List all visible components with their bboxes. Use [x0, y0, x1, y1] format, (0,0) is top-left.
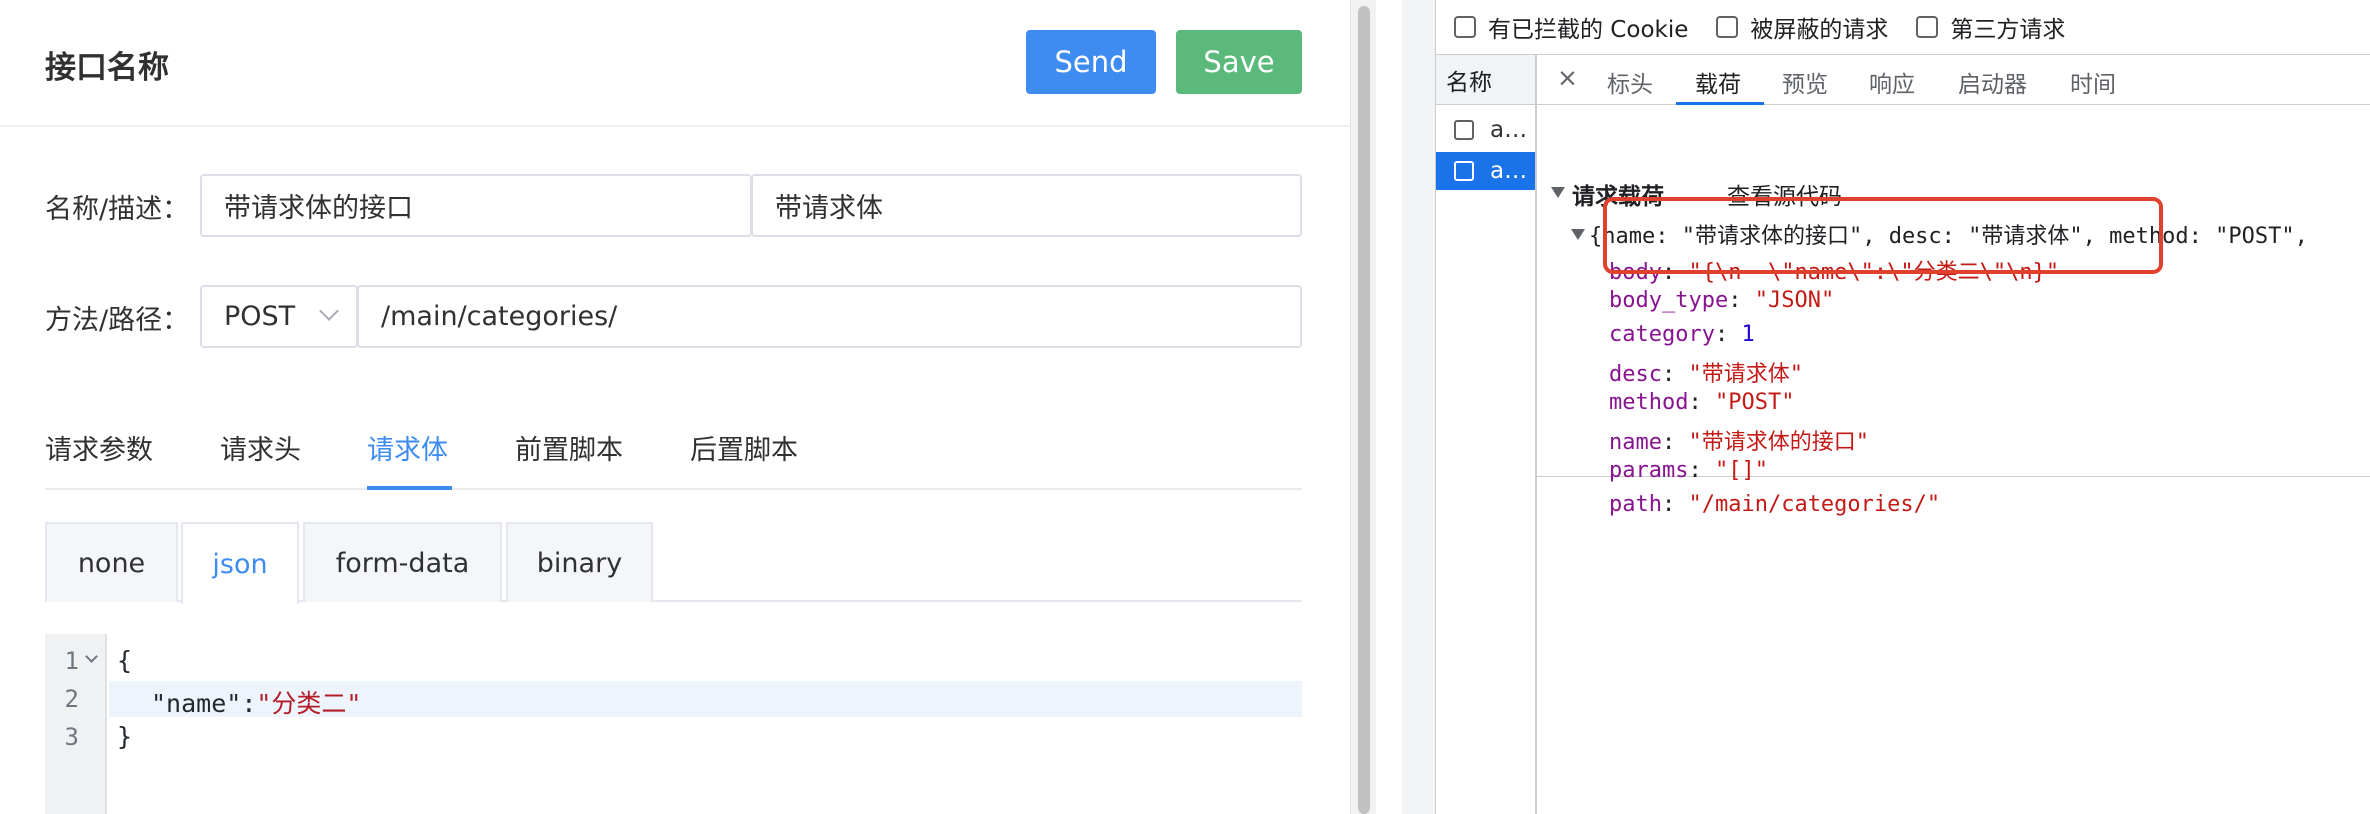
path-input[interactable]: /main/categories/ [357, 285, 1302, 348]
body-type-tabs: none json form-data binary [45, 522, 1302, 604]
filter-label: 第三方请求 [1950, 17, 2066, 43]
payload-field: params: "[]" [1609, 458, 1768, 483]
field-key: method [1609, 390, 1689, 415]
json-code-editor[interactable]: 1 2 3 { "name":"分类二" } [45, 634, 1302, 814]
tab-post-script[interactable]: 后置脚本 [690, 428, 798, 467]
api-editor-panel: 接口名称 Send Save 名称/描述： 带请求体的接口 带请求体 方法/路径… [0, 0, 1350, 814]
devtools-side-strip [1402, 0, 1436, 814]
code-line-2: "name":"分类二" [151, 684, 361, 720]
filter-blocked-requests[interactable]: 被屏蔽的请求 [1716, 10, 1888, 44]
payload-field: name: "带请求体的接口" [1609, 430, 1869, 455]
code-line-3: } [117, 722, 133, 751]
body-tab-none[interactable]: none [45, 522, 178, 602]
send-button[interactable]: Send [1026, 30, 1156, 94]
name-column-header[interactable]: 名称 [1436, 55, 1535, 105]
payload-field: desc: "带请求体" [1609, 362, 1803, 387]
payload-field: category: 1 [1609, 322, 1755, 347]
field-key: name [1609, 430, 1662, 455]
line-number: 2 [64, 685, 79, 713]
field-value: 1 [1741, 322, 1755, 347]
field-key: category [1609, 322, 1715, 347]
method-select[interactable]: POST [200, 285, 358, 348]
document-icon [1454, 161, 1474, 181]
name-input[interactable]: 带请求体的接口 [200, 174, 752, 237]
field-value: "[]" [1714, 458, 1768, 483]
tab-response[interactable]: 响应 [1869, 65, 1915, 99]
tab-initiator[interactable]: 启动器 [1958, 65, 2027, 99]
detail-tabs: × 标头 载荷 预览 响应 启动器 时间 [1537, 55, 2370, 105]
field-value: "带请求体的接口" [1688, 430, 1869, 455]
line-number: 3 [64, 723, 79, 751]
body-tab-binary[interactable]: binary [506, 522, 653, 602]
payload-field: body_type: "JSON" [1609, 288, 1835, 313]
tab-request-headers[interactable]: 请求头 [220, 428, 301, 467]
code-colon: : [241, 689, 257, 718]
method-select-value: POST [224, 301, 296, 332]
field-key: body_type [1609, 288, 1729, 313]
request-tabs: 请求参数 请求头 请求体 前置脚本 后置脚本 [45, 420, 1302, 490]
field-value: "/main/categories/" [1688, 492, 1941, 517]
devtools-panel: 有已拦截的 Cookie 被屏蔽的请求 第三方请求 名称 a… a… × 标头 … [1402, 0, 2370, 814]
description-input-value: 带请求体 [775, 193, 883, 224]
filter-blocked-cookies[interactable]: 有已拦截的 Cookie [1454, 10, 1688, 44]
payload-field: method: "POST" [1609, 390, 1795, 415]
scrollbar-thumb[interactable] [1358, 6, 1370, 814]
description-input[interactable]: 带请求体 [751, 174, 1302, 237]
code-string-value: "分类二" [256, 689, 362, 718]
field-value: "JSON" [1754, 288, 1835, 313]
editor-header: 接口名称 Send Save [0, 0, 1350, 127]
name-label: 名称/描述： [45, 194, 190, 225]
annotation-highlight-box [1603, 197, 2163, 274]
save-button[interactable]: Save [1176, 30, 1302, 94]
document-icon [1454, 120, 1474, 140]
tab-pre-script[interactable]: 前置脚本 [515, 428, 623, 467]
collapse-triangle-icon[interactable] [1551, 187, 1565, 198]
method-label: 方法/路径： [45, 305, 190, 336]
payload-section: 请求载荷 查看源代码 {name: "带请求体的接口", desc: "带请求体… [1537, 105, 2370, 517]
request-name-column: 名称 a… a… [1436, 55, 1537, 814]
filter-label: 有已拦截的 Cookie [1488, 17, 1689, 43]
tab-request-body[interactable]: 请求体 [367, 428, 448, 467]
request-row-selected[interactable]: a… [1436, 152, 1535, 190]
tab-request-params[interactable]: 请求参数 [45, 428, 153, 467]
name-input-value: 带请求体的接口 [224, 193, 413, 224]
body-tab-json[interactable]: json [181, 522, 299, 604]
request-row[interactable]: a… [1436, 111, 1535, 149]
network-filter-bar: 有已拦截的 Cookie 被屏蔽的请求 第三方请求 [1436, 0, 2370, 55]
close-icon[interactable]: × [1557, 63, 1578, 92]
body-tab-form-data[interactable]: form-data [303, 522, 502, 602]
field-value: "POST" [1714, 390, 1795, 415]
tab-preview[interactable]: 预览 [1782, 65, 1828, 99]
panel-gap [1376, 0, 1402, 814]
filter-label: 被屏蔽的请求 [1750, 17, 1889, 43]
request-detail-pane: × 标头 载荷 预览 响应 启动器 时间 请求载荷 查看源代码 {name: "… [1537, 55, 2370, 814]
app-root: 接口名称 Send Save 名称/描述： 带请求体的接口 带请求体 方法/路径… [0, 0, 2370, 814]
filter-third-party[interactable]: 第三方请求 [1916, 10, 2065, 44]
checkbox-icon [1454, 16, 1476, 38]
tab-payload[interactable]: 载荷 [1695, 65, 1741, 99]
tab-timing[interactable]: 时间 [2070, 65, 2116, 99]
request-name: a… [1490, 117, 1528, 143]
fold-chevron-icon[interactable] [85, 650, 98, 663]
code-key: "name" [151, 689, 242, 718]
field-value: "带请求体" [1688, 362, 1803, 387]
payload-field: path: "/main/categories/" [1609, 492, 1941, 517]
checkbox-icon [1916, 16, 1939, 38]
request-name: a… [1490, 158, 1528, 184]
field-key: desc [1609, 362, 1662, 387]
field-key: params [1609, 458, 1689, 483]
expand-object-triangle-icon[interactable] [1571, 229, 1585, 240]
code-line-1: { [117, 646, 133, 675]
line-number-gutter: 1 2 3 [45, 634, 107, 814]
checkbox-icon [1716, 16, 1739, 38]
page-title: 接口名称 [45, 50, 169, 86]
tab-headers[interactable]: 标头 [1607, 65, 1653, 99]
line-number: 1 [64, 647, 79, 675]
path-input-value: /main/categories/ [381, 301, 618, 332]
field-key: path [1609, 492, 1662, 517]
chevron-down-icon [319, 301, 339, 321]
active-tab-indicator [367, 486, 452, 490]
